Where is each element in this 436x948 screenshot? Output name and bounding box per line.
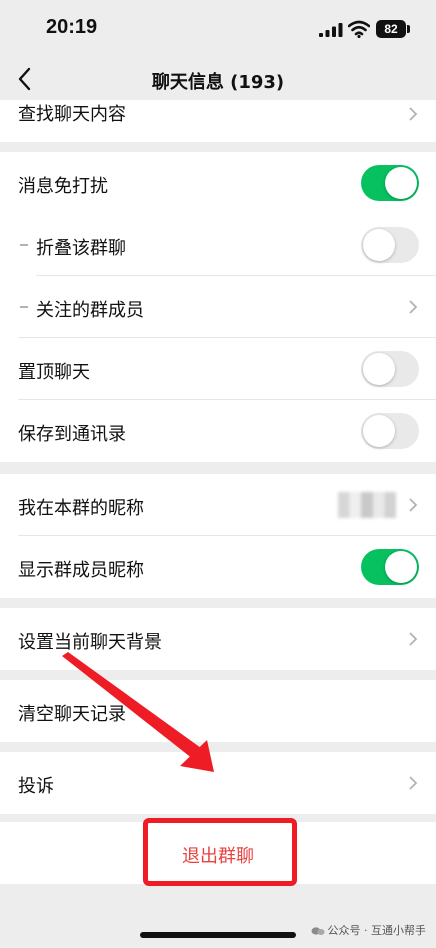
toggle-knob (363, 415, 395, 447)
mute-notifications-toggle[interactable] (361, 165, 419, 201)
mute-notifications-label: 消息免打扰 (18, 176, 108, 197)
battery-indicator: 82 (376, 20, 406, 38)
show-member-nicknames-row: 显示群成员昵称 (0, 536, 436, 598)
chevron-right-icon (409, 632, 418, 646)
clear-chat-history-label: 清空聊天记录 (18, 704, 126, 725)
chat-background-row[interactable]: 设置当前聊天背景 (0, 608, 436, 670)
toggle-knob (363, 229, 395, 261)
page-title: 聊天信息 (193) (151, 72, 285, 93)
toggle-knob (363, 353, 395, 385)
followed-members-row[interactable]: 关注的群成员 (0, 276, 436, 338)
save-to-contacts-toggle[interactable] (361, 413, 419, 449)
watermark: 公众号 · 互通小帮手 (311, 922, 427, 938)
save-to-contacts-row: 保存到通讯录 (0, 400, 436, 462)
chevron-right-icon (409, 300, 418, 314)
nav-bar: 聊天信息 (193) (0, 58, 436, 100)
report-row[interactable]: 投诉 (0, 752, 436, 814)
pin-chat-label: 置顶聊天 (18, 362, 90, 383)
report-label: 投诉 (18, 776, 54, 797)
fold-group-label: 折叠该群聊 (36, 238, 126, 259)
wifi-icon (348, 20, 370, 38)
watermark-text: 公众号 · 互通小帮手 (327, 924, 427, 937)
wechat-official-account-icon (311, 927, 325, 935)
fold-group-toggle[interactable] (361, 227, 419, 263)
followed-members-label: 关注的群成员 (36, 300, 144, 321)
home-indicator (140, 932, 296, 938)
find-chat-content-row[interactable]: 查找聊天内容 (0, 100, 436, 142)
pin-chat-toggle[interactable] (361, 351, 419, 387)
clear-chat-history-row[interactable]: 清空聊天记录 (0, 680, 436, 742)
find-chat-content-label: 查找聊天内容 (18, 104, 126, 125)
chevron-right-icon (409, 498, 418, 512)
chat-background-label: 设置当前聊天背景 (18, 632, 162, 653)
my-group-nickname-label: 我在本群的昵称 (18, 498, 144, 519)
cellular-signal-icon (319, 23, 343, 37)
pin-chat-row: 置顶聊天 (0, 338, 436, 400)
chevron-right-icon (409, 107, 418, 121)
battery-cap-icon (407, 25, 410, 33)
show-member-nicknames-label: 显示群成员昵称 (18, 560, 144, 581)
toggle-knob (385, 167, 417, 199)
status-bar: 20:19 82 (0, 0, 436, 58)
chevron-right-icon (409, 776, 418, 790)
blurred-nickname-value (338, 492, 396, 518)
status-time: 20:19 (46, 16, 98, 38)
fold-group-row: 折叠该群聊 (0, 214, 436, 276)
show-member-nicknames-toggle[interactable] (361, 549, 419, 585)
my-group-nickname-row[interactable]: 我在本群的昵称 (0, 474, 436, 536)
dash-icon (20, 306, 28, 308)
save-to-contacts-label: 保存到通讯录 (18, 424, 126, 445)
toggle-knob (385, 551, 417, 583)
mute-notifications-row: 消息免打扰 (0, 152, 436, 214)
dash-icon (20, 244, 28, 246)
annotation-highlight-box (143, 818, 297, 886)
